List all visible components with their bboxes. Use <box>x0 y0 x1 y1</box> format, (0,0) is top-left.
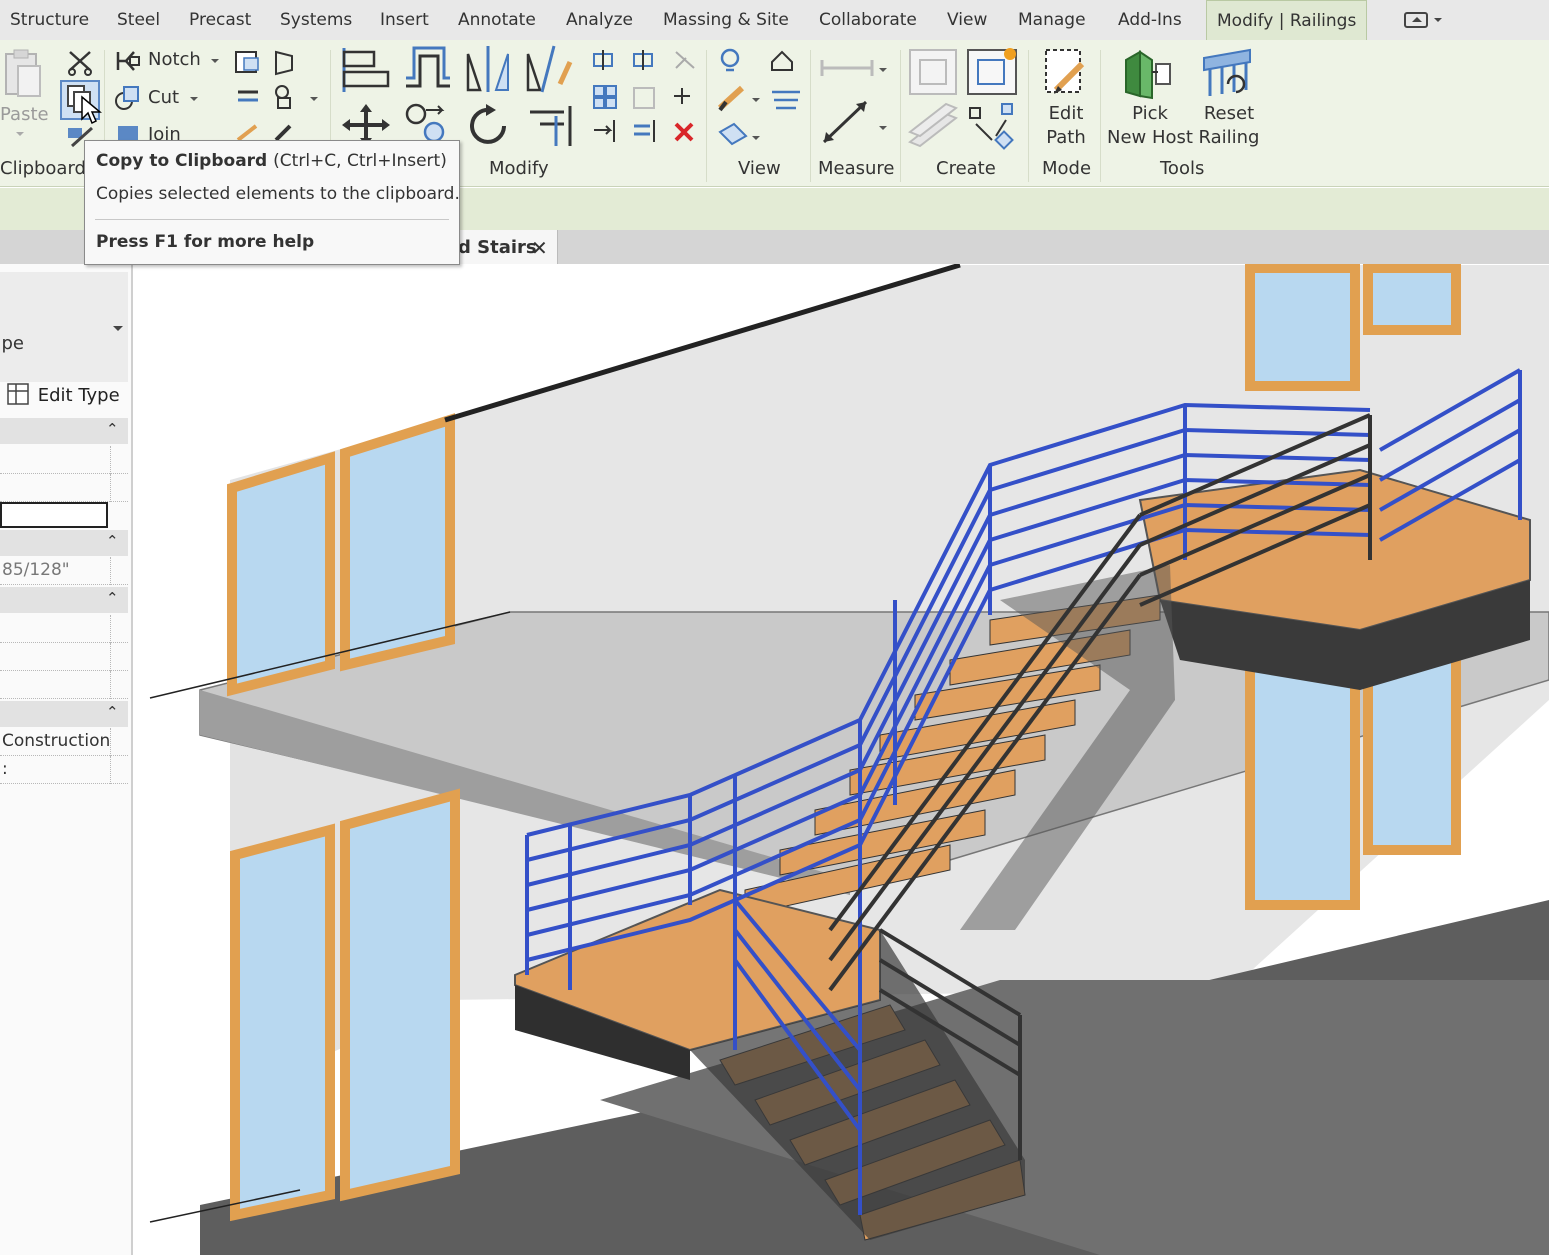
tooltip-shortcut: (Ctrl+C, Ctrl+Insert) <box>273 151 447 171</box>
prop-row[interactable]: 85/128" <box>0 557 128 585</box>
notch-icon[interactable] <box>114 48 142 74</box>
mirror-pick-axis-icon[interactable] <box>464 44 514 94</box>
edit-path-icon[interactable] <box>1042 46 1090 100</box>
prop-value-phase: Construction <box>2 731 111 751</box>
visibility-dropdown-icon[interactable] <box>752 136 760 144</box>
prop-row[interactable] <box>0 446 128 474</box>
tooltip-help: Press F1 for more help <box>96 232 315 252</box>
tab-annotate[interactable]: Annotate <box>458 0 536 40</box>
dimension-dropdown-icon[interactable] <box>879 126 887 134</box>
prop-value-phase-demolished: : <box>2 759 8 779</box>
tab-view[interactable]: View <box>947 0 987 40</box>
edit-path-button[interactable]: Edit Path <box>1046 102 1086 150</box>
tab-modify-railings[interactable]: Modify | Railings <box>1206 0 1368 41</box>
panel-label-measure: Measure <box>818 158 895 179</box>
tab-add-ins[interactable]: Add-Ins <box>1118 0 1182 40</box>
chevron-down-icon[interactable] <box>113 326 123 336</box>
collapse-icon[interactable]: ⌃ <box>106 420 119 438</box>
prop-group-header[interactable]: ⌃ <box>0 587 128 613</box>
panel-label-mode: Mode <box>1042 158 1092 179</box>
geometry-tools-icon[interactable] <box>232 48 302 144</box>
paint-dropdown-icon[interactable] <box>752 98 760 106</box>
create-tools-icon[interactable] <box>906 46 1022 152</box>
tab-manage[interactable]: Manage <box>1018 0 1086 40</box>
properties-palette: Pipe Edit Type ⌃ ⌃ 85/128" ⌃ ⌃ Construct… <box>0 264 133 1255</box>
offset-icon[interactable] <box>402 46 454 92</box>
close-icon[interactable]: ✕ <box>531 236 548 260</box>
edit-type-icon <box>7 383 29 405</box>
panel-label-create: Create <box>936 158 996 179</box>
copy-tool-icon[interactable] <box>402 102 450 142</box>
measure-icon[interactable] <box>818 50 878 146</box>
tab-steel[interactable]: Steel <box>117 0 160 40</box>
chevron-down-icon[interactable] <box>1434 18 1442 26</box>
prop-value-field[interactable] <box>0 502 108 528</box>
prop-row[interactable] <box>0 474 128 502</box>
cut-geometry-icon[interactable] <box>114 84 142 112</box>
view-tools-icon[interactable] <box>716 48 806 148</box>
tab-insert[interactable]: Insert <box>380 0 429 40</box>
measure-dropdown-icon[interactable] <box>879 68 887 76</box>
paste-icon[interactable] <box>2 48 42 106</box>
paste-dropdown-icon[interactable] <box>16 132 24 140</box>
window-upper-left <box>227 413 455 697</box>
modify-small-tools-icon[interactable] <box>590 50 700 150</box>
tab-structure[interactable]: Structure <box>10 0 89 40</box>
tab-collaborate[interactable]: Collaborate <box>819 0 917 40</box>
prop-row[interactable]: Construction <box>0 728 128 756</box>
collapse-icon[interactable]: ⌃ <box>106 589 119 607</box>
trim-extend-icon[interactable] <box>526 100 576 150</box>
cursor-arrow-icon <box>81 95 102 125</box>
prop-row[interactable] <box>0 671 128 699</box>
panel-label-modify: Modify <box>489 158 549 179</box>
stair-3d-model <box>149 264 1549 1255</box>
pick-host-icon[interactable] <box>1122 46 1176 100</box>
3d-view-canvas[interactable] <box>135 264 1549 1255</box>
paste-button[interactable]: Paste <box>0 104 49 125</box>
menu-bar: Structure Steel Precast Systems Insert A… <box>0 0 1549 41</box>
panel-label-clipboard: Clipboard <box>0 158 86 179</box>
reset-railing-button[interactable]: Reset Railing <box>1198 102 1260 150</box>
prop-group-header[interactable]: ⌃ <box>0 701 128 727</box>
copy-tooltip: Copy to Clipboard (Ctrl+C, Ctrl+Insert) … <box>84 140 460 265</box>
type-selector[interactable]: Pipe <box>0 272 128 382</box>
prop-group-header[interactable]: ⌃ <box>0 418 128 444</box>
type-selector-value: Pipe <box>0 333 24 354</box>
ribbon-minimize-icon[interactable] <box>1404 12 1428 28</box>
rotate-icon[interactable] <box>464 102 512 150</box>
prop-value-length: 85/128" <box>2 560 70 580</box>
edit-type-label: Edit Type <box>37 385 120 406</box>
panel-label-tools: Tools <box>1160 158 1205 179</box>
cut-scissors-icon[interactable] <box>66 48 94 76</box>
notch-button[interactable]: Notch <box>148 49 201 70</box>
window-lower-left <box>230 788 460 1222</box>
prop-row[interactable] <box>0 615 128 643</box>
prop-row[interactable]: : <box>0 756 128 784</box>
notch-dropdown-icon[interactable] <box>211 59 219 67</box>
tab-analyze[interactable]: Analyze <box>566 0 633 40</box>
cut-dropdown-icon[interactable] <box>190 97 198 105</box>
tab-massing-site[interactable]: Massing & Site <box>663 0 789 40</box>
tooltip-title: Copy to Clipboard <box>96 151 268 171</box>
tooltip-description: Copies selected elements to the clipboar… <box>96 184 460 204</box>
tooltip-divider <box>95 219 449 220</box>
geometry-dropdown-icon[interactable] <box>310 97 318 105</box>
align-icon[interactable] <box>338 44 396 96</box>
collapse-icon[interactable]: ⌃ <box>106 532 119 550</box>
reset-railing-icon[interactable] <box>1200 46 1256 100</box>
view-tab-label: d Stairs <box>458 237 537 258</box>
edit-type-button[interactable]: Edit Type <box>6 382 120 406</box>
panel-label-view: View <box>738 158 781 179</box>
cut-button[interactable]: Cut <box>148 87 179 108</box>
mirror-draw-axis-icon[interactable] <box>524 44 574 94</box>
tab-systems[interactable]: Systems <box>280 0 352 40</box>
prop-row[interactable] <box>0 643 128 671</box>
tab-precast[interactable]: Precast <box>189 0 251 40</box>
collapse-icon[interactable]: ⌃ <box>106 703 119 721</box>
pick-new-host-button[interactable]: Pick New Host <box>1104 102 1196 150</box>
prop-group-header[interactable]: ⌃ <box>0 530 128 556</box>
